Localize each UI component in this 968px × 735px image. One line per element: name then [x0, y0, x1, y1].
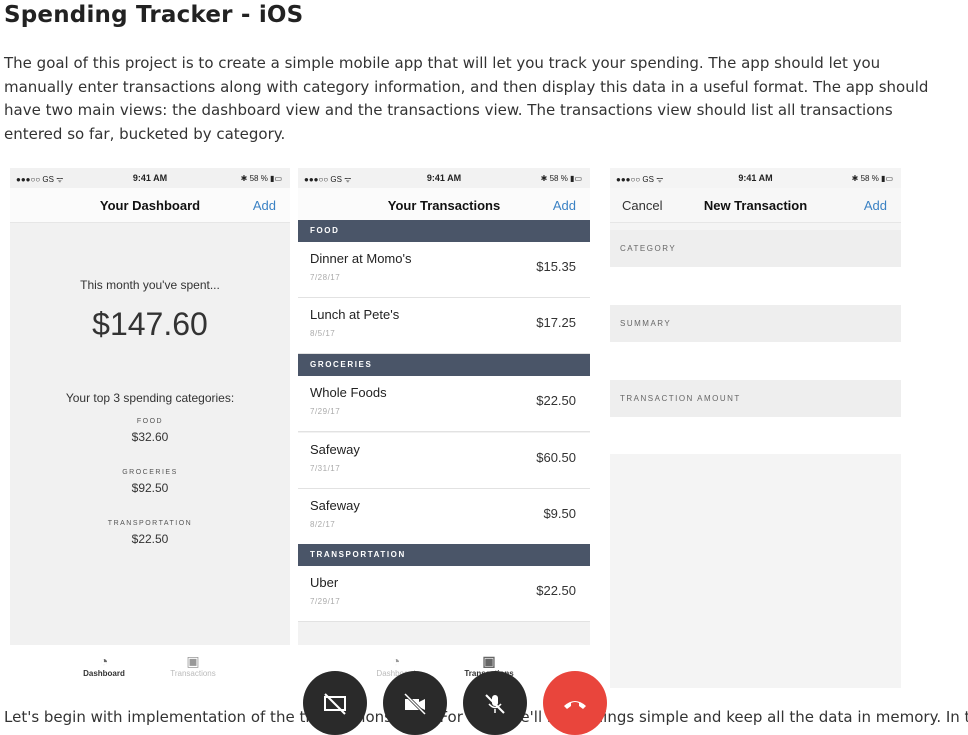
transaction-date: 7/31/17 — [310, 464, 341, 473]
money-icon: ▣ — [482, 653, 496, 669]
tab-transactions[interactable]: ▣ Transactions — [148, 653, 238, 678]
transactions-title: Your Transactions — [387, 198, 501, 213]
transaction-name: Uber — [310, 575, 339, 590]
category-amount: $32.60 — [131, 430, 169, 444]
transaction-row[interactable]: Safeway 8/2/17 $9.50 — [298, 489, 590, 545]
gauge-icon: ◔ — [99, 653, 109, 669]
battery-indicator: ✱ 58 % ▮▭ — [540, 174, 582, 183]
category-name: FOOD — [136, 418, 164, 425]
top-categories-label: Your top 3 spending categories: — [65, 391, 235, 405]
status-bar: ●●●○○ GS ᯤ 9:41 AM ✱ 58 % ▮▭ — [610, 168, 901, 188]
category-input[interactable] — [610, 267, 901, 305]
nav-bar: Your Dashboard Add — [10, 188, 290, 223]
transaction-date: 8/5/17 — [310, 329, 336, 338]
camera-off-icon[interactable] — [383, 671, 447, 735]
field-label-summary: SUMMARY — [610, 305, 901, 342]
mic-off-icon[interactable] — [463, 671, 527, 735]
transaction-date: 8/2/17 — [310, 520, 336, 529]
add-button[interactable]: Add — [553, 198, 576, 213]
amount-input[interactable] — [610, 417, 901, 454]
category-name: GROCERIES — [122, 469, 178, 476]
money-icon: ▣ — [186, 653, 200, 669]
dashboard-title: Your Dashboard — [99, 198, 201, 213]
section-header-food: FOOD — [298, 220, 590, 242]
gauge-icon: ◔ — [391, 653, 401, 669]
new-transaction-screen: ●●●○○ GS ᯤ 9:41 AM ✱ 58 % ▮▭ Cancel New … — [610, 168, 901, 688]
transaction-row[interactable]: Uber 7/29/17 $22.50 — [298, 566, 590, 622]
new-transaction-title: New Transaction — [703, 198, 808, 213]
transactions-screen: ●●●○○ GS ᯤ 9:41 AM ✱ 58 % ▮▭ Your Transa… — [298, 168, 590, 648]
month-label: This month you've spent... — [80, 278, 220, 292]
transaction-amount: $15.35 — [536, 259, 576, 274]
intro-paragraph: The goal of this project is to create a … — [4, 54, 929, 143]
status-bar: ●●●○○ GS ᯤ 9:41 AM ✱ 58 % ▮▭ — [10, 168, 290, 188]
transaction-name: Dinner at Momo's — [310, 251, 412, 266]
battery-indicator: ✱ 58 % ▮▭ — [851, 174, 893, 183]
transaction-amount: $22.50 — [536, 393, 576, 408]
transaction-date: 7/29/17 — [310, 407, 341, 416]
add-button[interactable]: Add — [864, 198, 887, 213]
tab-label: Dashboard — [83, 669, 125, 678]
summary-input[interactable] — [610, 342, 901, 380]
page-title: Spending Tracker - iOS — [4, 2, 304, 28]
transaction-amount: $17.25 — [536, 315, 576, 330]
transaction-row[interactable]: Safeway 7/31/17 $60.50 — [298, 433, 590, 489]
nav-bar: Cancel New Transaction Add — [610, 188, 901, 223]
end-call-icon[interactable] — [543, 671, 607, 735]
tab-dashboard[interactable]: ◔ Dashboard — [59, 653, 149, 678]
nav-bar: Your Transactions Add — [298, 188, 590, 223]
battery-indicator: ✱ 58 % ▮▭ — [240, 174, 282, 183]
transaction-name: Safeway — [310, 442, 360, 457]
transaction-row[interactable]: Lunch at Pete's 8/5/17 $17.25 — [298, 298, 590, 354]
category-amount: $22.50 — [131, 532, 169, 546]
screen-share-off-icon[interactable] — [303, 671, 367, 735]
transaction-name: Whole Foods — [310, 385, 387, 400]
section-header-groceries: GROCERIES — [298, 354, 590, 376]
transaction-row[interactable]: Dinner at Momo's 7/28/17 $15.35 — [298, 242, 590, 298]
transaction-row[interactable]: Whole Foods 7/29/17 $22.50 — [298, 376, 590, 432]
section-header-transportation: TRANSPORTATION — [298, 544, 590, 566]
dashboard-screen: ●●●○○ GS ᯤ 9:41 AM ✱ 58 % ▮▭ Your Dashbo… — [10, 168, 290, 646]
status-bar: ●●●○○ GS ᯤ 9:41 AM ✱ 58 % ▮▭ — [298, 168, 590, 188]
transaction-date: 7/29/17 — [310, 597, 341, 606]
tab-bar: ◔ Dashboard ▣ Transactions — [10, 645, 290, 690]
field-label-category: CATEGORY — [610, 230, 901, 267]
add-button[interactable]: Add — [253, 198, 276, 213]
transaction-amount: $22.50 — [536, 583, 576, 598]
transaction-amount: $9.50 — [543, 506, 576, 521]
month-total: $147.60 — [92, 306, 208, 342]
transaction-name: Safeway — [310, 498, 360, 513]
field-label-amount: TRANSACTION AMOUNT — [610, 380, 901, 417]
transaction-date: 7/28/17 — [310, 273, 341, 282]
category-name: TRANSPORTATION — [107, 520, 193, 527]
category-amount: $92.50 — [131, 481, 169, 495]
transaction-amount: $60.50 — [536, 450, 576, 465]
transaction-name: Lunch at Pete's — [310, 307, 400, 322]
tab-label: Transactions — [170, 669, 216, 678]
